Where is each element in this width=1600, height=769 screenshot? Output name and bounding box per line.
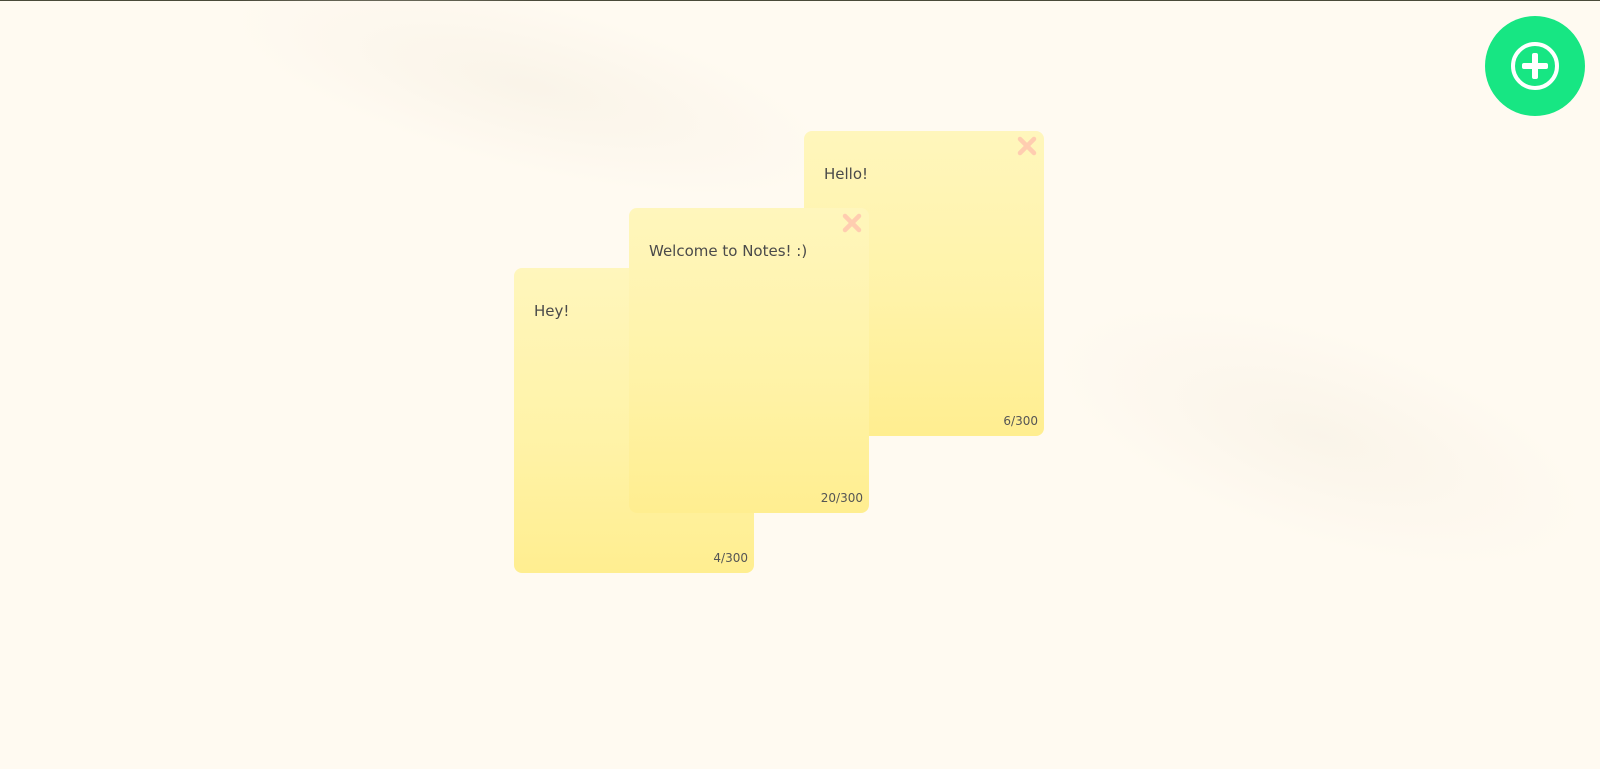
note-text[interactable]: Hello! [824,165,868,183]
note-card[interactable]: Welcome to Notes! :) 20/300 [629,208,869,513]
note-text[interactable]: Hey! [534,302,569,320]
delete-note-button[interactable] [1014,133,1040,159]
plus-circle-icon [1511,42,1559,90]
note-char-count: 6/300 [1003,414,1038,428]
add-note-button[interactable] [1485,16,1585,116]
close-icon [842,213,862,233]
close-icon [1017,136,1037,156]
background-streak [1021,249,1600,623]
background-streak [208,0,852,244]
note-text[interactable]: Welcome to Notes! :) [649,242,807,260]
delete-note-button[interactable] [839,210,865,236]
note-char-count: 4/300 [713,551,748,565]
note-char-count: 20/300 [820,491,863,505]
